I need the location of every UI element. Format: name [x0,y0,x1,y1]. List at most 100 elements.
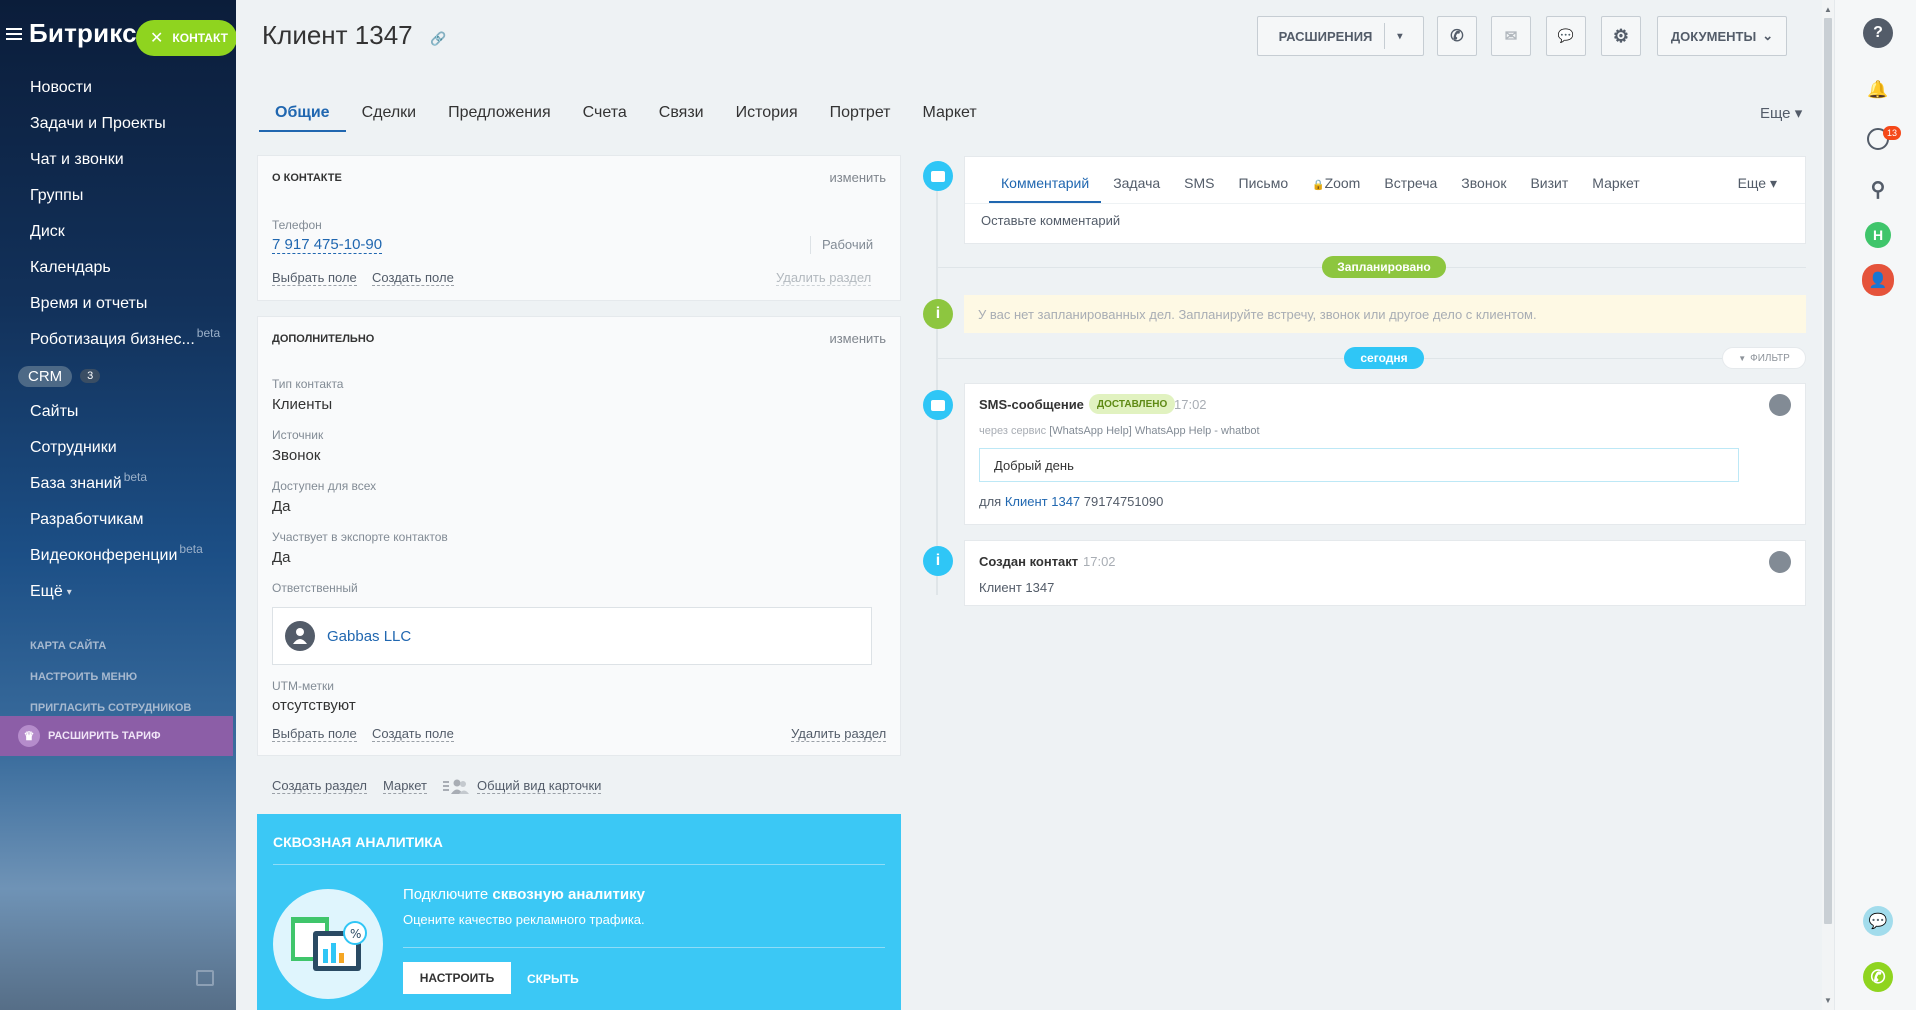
sms-event-card: SMS-сообщение ДОСТАВЛЕНО 17:02 через сер… [964,383,1806,525]
sidebar-item-employees[interactable]: Сотрудники [0,430,236,466]
tab-invoices[interactable]: Счета [567,100,643,132]
phone-link[interactable]: 7 917 475-10-90 [272,236,383,254]
editor-tab-zoom[interactable]: 🔒Zoom [1300,171,1372,203]
link-icon[interactable]: 🔗 [430,31,446,47]
info-icon: i [923,546,953,576]
configure-button[interactable]: НАСТРОИТЬ [403,962,511,994]
comment-icon [923,161,953,191]
via-prefix: через сервис [979,425,1047,437]
sidebar-item-crm[interactable]: CRM 3 [0,358,236,394]
market-link[interactable]: Маркет [382,778,428,794]
editor-more-button[interactable]: Еще ▾ [1738,175,1777,192]
create-field-link[interactable]: Создать поле [372,270,454,286]
bell-icon[interactable]: 🔔 [1863,75,1893,105]
sidebar-item-label: Календарь [30,259,111,276]
sidebar-item-sites[interactable]: Сайты [0,394,236,430]
tab-deals[interactable]: Сделки [346,100,433,132]
create-field-link[interactable]: Создать поле [372,726,454,742]
sidebar-item-calendar[interactable]: Календарь [0,250,236,286]
phone-value[interactable]: 7 917 475-10-90 [272,236,383,254]
contact-pill-label: КОНТАКТ [172,31,228,45]
upgrade-plan-button[interactable]: ♛ РАСШИРИТЬ ТАРИФ [0,716,233,756]
documents-button[interactable]: ДОКУМЕНТЫ ⌄ [1657,16,1787,56]
scroll-down-arrow[interactable]: ▼ [1822,995,1834,1007]
editor-tab-meeting[interactable]: Встреча [1372,171,1449,203]
sidebar-item-label: Новости [30,79,92,96]
client-link[interactable]: Клиент 1347 [1005,494,1080,509]
filter-button[interactable]: ▼ ФИЛЬТР [1722,347,1806,369]
user-avatar-h[interactable]: Н [1865,222,1891,248]
delete-section-link[interactable]: Удалить раздел [791,726,887,742]
tab-general[interactable]: Общие [259,100,346,132]
sidebar-item-chat[interactable]: Чат и звонки [0,142,236,178]
sidebar-item-developers[interactable]: Разработчикам [0,502,236,538]
bitrix-logo[interactable]: Битрикс [29,18,137,49]
tab-market[interactable]: Маркет [907,100,993,132]
editor-tab-comment[interactable]: Комментарий [989,171,1102,203]
client-number: 79174751090 [1083,494,1164,509]
delete-section-link[interactable]: Удалить раздел [776,270,872,286]
tab-quotes[interactable]: Предложения [432,100,567,132]
user-avatar-red[interactable]: 👤 [1862,264,1894,296]
mail-button[interactable]: ✉ [1491,16,1531,56]
headline-prefix: Подключите [403,886,493,903]
close-icon[interactable]: ✕ [150,28,163,48]
beta-badge: beta [123,470,148,484]
tab-links[interactable]: Связи [643,100,720,132]
create-section-link[interactable]: Создать раздел [272,778,367,794]
about-contact-card: О КОНТАКТЕ изменить Телефон 7 917 475-10… [257,155,901,301]
editor-tab-call[interactable]: Звонок [1449,171,1518,203]
sidebar-item-video[interactable]: Видеоконференции beta [0,538,236,574]
phone-button[interactable]: ✆ [1437,16,1477,56]
editor-tab-task[interactable]: Задача [1101,171,1172,203]
sidebar-item-label: Сотрудники [30,439,117,456]
chat-button[interactable]: 💬 [1546,16,1586,56]
sidebar-item-disk[interactable]: Диск [0,214,236,250]
chat-bubble-icon[interactable]: 💬 [1863,906,1893,936]
responsible-box[interactable]: Gabbas LLC [272,607,872,665]
hide-button[interactable]: СКРЫТЬ [527,972,579,986]
entity-tabs: Общие Сделки Предложения Счета Связи Ист… [259,100,993,132]
scroll-up-arrow[interactable]: ▲ [1822,4,1834,16]
sidebar-item-news[interactable]: Новости [0,70,236,106]
phone-call-icon[interactable]: ✆ [1863,962,1893,992]
sidebar-item-automation[interactable]: Роботизация бизнес... beta [0,322,236,358]
sidebar-item-tasks[interactable]: Задачи и Проекты [0,106,236,142]
scrollbar-thumb[interactable] [1824,18,1832,924]
contact-close-pill[interactable]: ✕ КОНТАКТ [136,20,236,56]
sidebar-item-more[interactable]: Ещё ▾ [0,574,236,610]
sms-message: Добрый день [979,448,1739,482]
notification-count-badge: 13 [1883,126,1901,140]
comment-input[interactable]: Оставьте комментарий [981,213,1120,228]
sitemap-link[interactable]: КАРТА САЙТА [0,630,236,661]
divider [1384,23,1386,49]
menu-burger-icon[interactable] [6,28,22,40]
settings-button[interactable]: ⚙ [1601,16,1641,56]
tabs-more-button[interactable]: Еще ▾ [1760,104,1802,122]
common-view-link[interactable]: Общий вид карточки [443,778,602,794]
extensions-button[interactable]: РАСШИРЕНИЯ ▾ [1257,16,1424,56]
printer-icon[interactable] [196,970,214,986]
sidebar-item-groups[interactable]: Группы [0,178,236,214]
tab-portrait[interactable]: Портрет [814,100,907,132]
editor-tab-visit[interactable]: Визит [1518,171,1580,203]
chevron-down-icon[interactable]: ▾ [1397,31,1402,42]
responsible-name[interactable]: Gabbas LLC [327,628,411,645]
event-time: 17:02 [1174,397,1207,412]
avatar[interactable] [1769,551,1791,573]
editor-tab-sms[interactable]: SMS [1172,171,1226,203]
editor-tab-email[interactable]: Письмо [1227,171,1301,203]
help-icon[interactable]: ? [1863,18,1893,48]
tab-history[interactable]: История [720,100,814,132]
avatar[interactable] [1769,394,1791,416]
editor-tab-market[interactable]: Маркет [1580,171,1651,203]
edit-link[interactable]: изменить [829,331,886,346]
select-field-link[interactable]: Выбрать поле [272,726,357,742]
edit-link[interactable]: изменить [829,170,886,185]
phone-type: Рабочий [822,237,874,252]
sidebar-item-knowledge[interactable]: База знаний beta [0,466,236,502]
select-field-link[interactable]: Выбрать поле [272,270,357,286]
search-icon[interactable]: ⚲ [1863,174,1893,204]
configure-menu-link[interactable]: НАСТРОИТЬ МЕНЮ [0,661,236,692]
sidebar-item-time[interactable]: Время и отчеты [0,286,236,322]
